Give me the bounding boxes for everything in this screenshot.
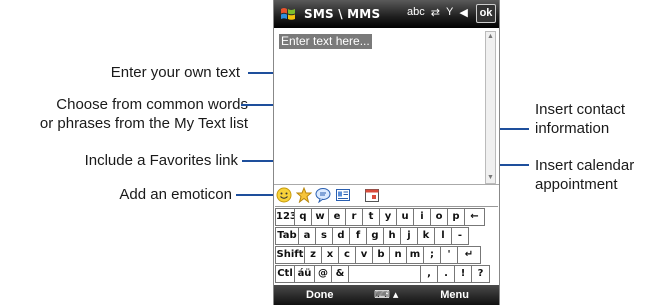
key-w[interactable]: w [311,208,329,226]
key-x[interactable]: x [321,246,339,264]
message-text-area[interactable]: Enter text here... [277,32,487,182]
favorites-star-icon[interactable] [296,187,312,203]
input-mode-icon: abc [407,6,425,18]
connectivity-icon: ⇄ [430,7,440,19]
key-o[interactable]: o [430,208,448,226]
key-shift[interactable]: Shift [275,246,305,264]
key-h[interactable]: h [383,227,401,245]
key-s[interactable]: s [315,227,333,245]
key-m[interactable]: m [406,246,424,264]
key-enter[interactable]: ↵ [457,246,481,264]
callout-contact: Insert contact information [535,100,625,138]
keyboard-row-3: Shift z x c v b n m ; ' ↵ [275,246,481,265]
key-f[interactable]: f [349,227,367,245]
callout-calendar-line2: appointment [535,176,618,193]
key-space[interactable] [348,265,421,283]
key-apostrophe[interactable]: ' [440,246,458,264]
key-e[interactable]: e [328,208,346,226]
callout-contact-line1: Insert contact [535,101,626,118]
key-a[interactable]: a [298,227,316,245]
key-p[interactable]: p [447,208,465,226]
key-backspace[interactable]: ← [464,208,485,226]
callout-calendar: Insert calendar appointment [535,156,634,194]
keyboard-row-4: Ctl áü @ & , . ! ? [275,265,490,284]
key-i[interactable]: i [413,208,431,226]
insert-toolbar [274,184,499,205]
input-panel-toggle[interactable]: ⌨ ▴ [374,288,398,301]
key-g[interactable]: g [366,227,384,245]
calendar-icon[interactable] [364,187,380,203]
keyboard-row-1: 123 q w e r t y u i o p ← [275,208,485,227]
callout-emoticon: Add an emoticon [119,186,232,203]
key-v[interactable]: v [355,246,373,264]
key-d[interactable]: d [332,227,350,245]
key-semicolon[interactable]: ; [423,246,441,264]
emoticon-icon[interactable] [276,187,292,203]
key-123[interactable]: 123 [275,208,297,226]
key-b[interactable]: b [372,246,390,264]
ok-button[interactable]: ok [476,4,496,23]
callout-my-text: Choose from common words or phrases from… [0,95,248,133]
softkey-bar: Done ⌨ ▴ Menu [274,285,499,305]
key-period[interactable]: . [437,265,455,283]
scroll-up-icon[interactable]: ▲ [486,32,495,42]
key-r[interactable]: r [345,208,363,226]
callout-contact-line2: information [535,120,610,137]
key-exclamation[interactable]: ! [454,265,472,283]
callout-calendar-line1: Insert calendar [535,157,635,174]
windows-start-icon[interactable] [279,5,297,23]
soft-keyboard: 123 q w e r t y u i o p ← Tab a s d f g … [275,206,498,285]
key-tab[interactable]: Tab [275,227,299,245]
key-l[interactable]: l [434,227,452,245]
key-question[interactable]: ? [471,265,490,283]
key-u[interactable]: u [396,208,414,226]
my-text-icon[interactable] [315,187,331,203]
key-t[interactable]: t [362,208,380,226]
done-softkey[interactable]: Done [306,289,334,301]
callout-enter-text: Enter your own text [110,64,240,81]
title-bar: SMS \ MMS abc ⇄ Y ◀ ok [274,0,499,28]
phone-screen: SMS \ MMS abc ⇄ Y ◀ ok Enter text here..… [273,0,500,305]
key-ctl[interactable]: Ctl [275,265,295,283]
key-j[interactable]: j [400,227,418,245]
key-z[interactable]: z [304,246,322,264]
callout-my-text-line1: Choose from common words [56,96,248,113]
key-q[interactable]: q [294,208,312,226]
signal-icon: Y [445,6,454,18]
status-icons: abc ⇄ Y ◀ [407,6,468,19]
key-c[interactable]: c [338,246,356,264]
callout-my-text-line2: or phrases from the My Text list [39,115,248,132]
key-k[interactable]: k [417,227,435,245]
key-ampersand[interactable]: & [331,265,349,283]
key-comma[interactable]: , [420,265,438,283]
key-y[interactable]: y [379,208,397,226]
scrollbar[interactable]: ▲ ▼ [485,31,496,184]
key-hyphen[interactable]: - [451,227,469,245]
window-title: SMS \ MMS [304,7,381,21]
volume-icon: ◀ [459,7,468,19]
key-accents[interactable]: áü [294,265,315,283]
callout-favorites: Include a Favorites link [84,152,238,169]
key-n[interactable]: n [389,246,407,264]
message-placeholder: Enter text here... [279,34,372,49]
menu-softkey[interactable]: Menu [440,289,469,301]
scroll-down-icon[interactable]: ▼ [486,173,495,183]
key-at[interactable]: @ [314,265,332,283]
contact-card-icon[interactable] [335,187,351,203]
keyboard-row-2: Tab a s d f g h j k l - [275,227,469,246]
